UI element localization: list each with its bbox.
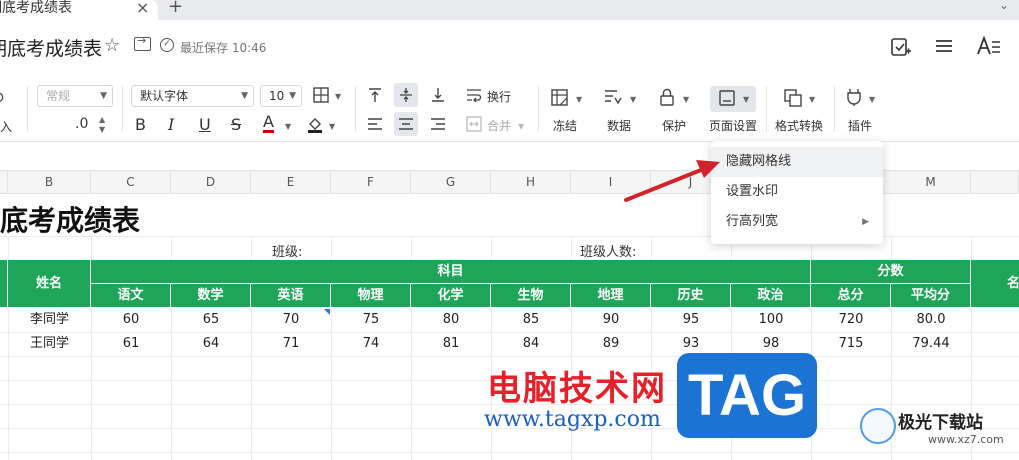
- tag-logo: TAG: [677, 353, 817, 438]
- xz-logo-icon: [860, 408, 896, 444]
- watermark-site-name: 电脑技术网: [487, 369, 667, 409]
- watermark-site-url: www.tagxp.com: [484, 407, 661, 432]
- watermark-xz-url: www.xz7.com: [928, 433, 1004, 446]
- watermark-xz-name: 极光下载站: [898, 413, 983, 433]
